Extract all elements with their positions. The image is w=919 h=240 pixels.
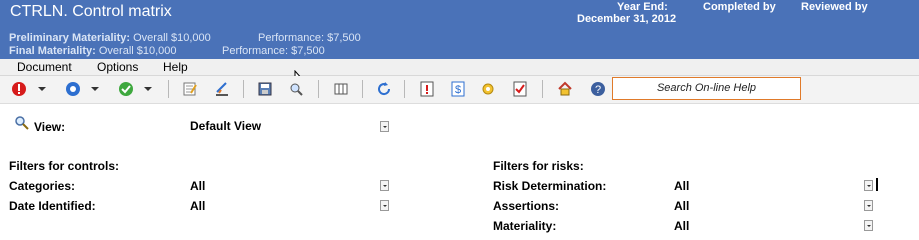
preliminary-performance: Performance: $7,500: [258, 32, 361, 44]
view-dropdown-button[interactable]: [380, 121, 389, 132]
preliminary-materiality: Preliminary Materiality: Overall $10,000: [9, 32, 211, 44]
preliminary-overall: Overall $10,000: [133, 32, 211, 44]
year-end-value: December 31, 2012: [577, 13, 677, 25]
chevron-down-icon[interactable]: [38, 87, 46, 91]
year-end-label: Year End:: [617, 1, 668, 13]
settings-icon[interactable]: [479, 80, 497, 98]
toolbar-separator: [168, 80, 169, 98]
assertions-dropdown-button[interactable]: [864, 200, 873, 211]
view-value[interactable]: Default View: [190, 119, 261, 133]
info-icon[interactable]: [418, 80, 436, 98]
menu-help[interactable]: Help: [163, 60, 188, 74]
menu-options[interactable]: Options: [97, 60, 138, 74]
filters-controls-heading: Filters for controls:: [9, 159, 120, 173]
view-label: View:: [34, 120, 66, 134]
checklist-icon[interactable]: [511, 80, 529, 98]
chevron-down-icon[interactable]: [144, 87, 152, 91]
columns-icon[interactable]: [332, 80, 350, 98]
reviewed-by-label: Reviewed by: [801, 1, 868, 13]
toolbar: $ ? Search On-line Help: [0, 76, 919, 104]
svg-text:?: ?: [595, 84, 601, 96]
materiality-label: Materiality:: [493, 219, 557, 233]
filters-risks-heading: Filters for risks:: [493, 159, 584, 173]
help-icon[interactable]: ?: [589, 80, 607, 98]
assertions-value[interactable]: All: [674, 199, 689, 213]
preview-icon[interactable]: [287, 80, 305, 98]
blue-circle-icon[interactable]: [64, 80, 82, 98]
risk-determination-label: Risk Determination:: [493, 179, 607, 193]
green-check-icon[interactable]: [117, 80, 135, 98]
categories-value[interactable]: All: [190, 179, 205, 193]
signoff-icon[interactable]: [213, 80, 231, 98]
final-materiality-label: Final Materiality:: [9, 45, 96, 57]
page-title: CTRLN. Control matrix: [10, 3, 172, 20]
risk-determination-dropdown-button[interactable]: [864, 180, 873, 191]
materiality-dropdown-button[interactable]: [864, 220, 873, 231]
categories-dropdown-button[interactable]: [380, 180, 389, 191]
svg-text:$: $: [455, 84, 461, 96]
toolbar-separator: [243, 80, 244, 98]
final-overall: Overall $10,000: [98, 45, 177, 57]
date-identified-dropdown-button[interactable]: [380, 200, 389, 211]
final-materiality: Final Materiality: Overall $10,000: [9, 45, 177, 57]
header-banner: CTRLN. Control matrix Year End: December…: [0, 0, 919, 59]
text-cursor: [876, 178, 878, 191]
toolbar-separator: [362, 80, 363, 98]
dollar-icon[interactable]: $: [449, 80, 467, 98]
risk-determination-value[interactable]: All: [674, 179, 689, 193]
magnifier-icon: [15, 116, 29, 130]
home-icon[interactable]: [556, 80, 574, 98]
refresh-icon[interactable]: [375, 80, 393, 98]
save-icon[interactable]: [256, 80, 274, 98]
toolbar-separator: [404, 80, 405, 98]
search-online-help-input[interactable]: Search On-line Help: [612, 77, 801, 100]
date-identified-label: Date Identified:: [9, 199, 96, 213]
date-identified-value[interactable]: All: [190, 199, 205, 213]
completed-by-label: Completed by: [703, 1, 776, 13]
menu-document[interactable]: Document: [17, 60, 72, 74]
preliminary-materiality-label: Preliminary Materiality:: [9, 32, 131, 44]
materiality-value[interactable]: All: [674, 219, 689, 233]
toolbar-separator: [318, 80, 319, 98]
menu-bar: Document Options Help: [0, 59, 919, 76]
red-exclamation-icon[interactable]: [10, 80, 28, 98]
final-performance: Performance: $7,500: [222, 45, 325, 57]
toolbar-separator: [542, 80, 543, 98]
categories-label: Categories:: [9, 179, 76, 193]
edit-notes-icon[interactable]: [181, 80, 199, 98]
chevron-down-icon[interactable]: [91, 87, 99, 91]
assertions-label: Assertions:: [493, 199, 560, 213]
